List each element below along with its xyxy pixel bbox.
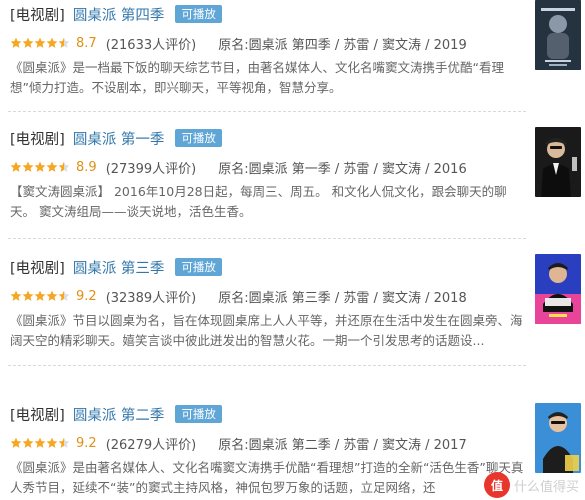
star-icon bbox=[22, 161, 34, 172]
star-icon bbox=[34, 437, 46, 448]
result-item: [电视剧] 圆桌派 第三季 可播放 9.2 (32389人评价) 原名:圆桌派 … bbox=[0, 254, 585, 378]
star-icon bbox=[46, 437, 58, 448]
rating-value: 8.9 bbox=[76, 159, 97, 175]
star-rating bbox=[10, 161, 70, 173]
star-icon bbox=[22, 37, 34, 48]
result-title-link[interactable]: 圆桌派 第二季 bbox=[73, 404, 165, 425]
meta-info: 原名:圆桌派 第一季 / 苏雷 / 窦文涛 / 2016 bbox=[218, 161, 467, 177]
result-description: 【窦文涛圆桌派】 2016年10月28日起，每周三、周五。 和文化人侃文化，跟会… bbox=[10, 184, 507, 219]
star-icon bbox=[34, 37, 46, 48]
category-label: [电视剧] bbox=[10, 260, 65, 277]
meta-info: 原名:圆桌派 第二季 / 苏雷 / 窦文涛 / 2017 bbox=[218, 437, 467, 453]
result-description: 《圆桌派》是由著名媒体人、文化名嘴窦文涛携手优酷“看理想”打造的全新“活色生香”… bbox=[10, 460, 524, 495]
result-item: [电视剧] 圆桌派 第四季 可播放 8.7 (21633人评价) 原名:圆桌派 … bbox=[0, 0, 585, 125]
star-rating bbox=[10, 290, 70, 302]
result-title-line: [电视剧] 圆桌派 第四季 可播放 bbox=[10, 3, 222, 25]
rating-line: 9.2 (32389人评价) 原名:圆桌派 第三季 / 苏雷 / 窦文涛 / 2… bbox=[10, 287, 467, 306]
watermark-logo-icon: 值 bbox=[483, 472, 510, 498]
watermark-text: 什么值得买 bbox=[513, 479, 579, 495]
category-label: [电视剧] bbox=[10, 407, 65, 424]
site-watermark: 值 什么值得买 bbox=[483, 472, 579, 498]
star-icon bbox=[22, 290, 34, 301]
rating-count: (32389人评价) bbox=[105, 290, 197, 306]
divider bbox=[8, 365, 526, 366]
poster-image[interactable] bbox=[535, 127, 581, 197]
rating-line: 8.9 (27399人评价) 原名:圆桌派 第一季 / 苏雷 / 窦文涛 / 2… bbox=[10, 158, 467, 177]
star-icon bbox=[58, 161, 70, 172]
meta-info: 原名:圆桌派 第四季 / 苏雷 / 窦文涛 / 2019 bbox=[218, 37, 467, 53]
star-rating bbox=[10, 37, 70, 49]
playable-badge[interactable]: 可播放 bbox=[175, 5, 222, 23]
star-icon bbox=[58, 290, 70, 301]
meta-info: 原名:圆桌派 第三季 / 苏雷 / 窦文涛 / 2018 bbox=[218, 290, 467, 306]
poster-image[interactable] bbox=[535, 254, 581, 324]
result-item: [电视剧] 圆桌派 第一季 可播放 8.9 (27399人评价) 原名:圆桌派 … bbox=[0, 127, 585, 249]
star-icon bbox=[46, 161, 58, 172]
result-title-line: [电视剧] 圆桌派 第一季 可播放 bbox=[10, 127, 222, 149]
divider bbox=[8, 111, 526, 112]
rating-value: 8.7 bbox=[76, 35, 97, 51]
star-icon bbox=[10, 161, 22, 172]
category-label: [电视剧] bbox=[10, 7, 65, 24]
poster-roundtable-s1-icon bbox=[535, 127, 581, 197]
result-title-line: [电视剧] 圆桌派 第三季 可播放 bbox=[10, 256, 222, 278]
result-title-link[interactable]: 圆桌派 第一季 bbox=[73, 128, 165, 149]
divider bbox=[8, 238, 526, 239]
category-label: [电视剧] bbox=[10, 131, 65, 148]
rating-count: (21633人评价) bbox=[105, 37, 197, 53]
star-rating bbox=[10, 437, 70, 449]
result-title-link[interactable]: 圆桌派 第三季 bbox=[73, 257, 165, 278]
rating-count: (27399人评价) bbox=[105, 161, 197, 177]
playable-badge[interactable]: 可播放 bbox=[175, 258, 222, 276]
playable-badge[interactable]: 可播放 bbox=[175, 405, 222, 423]
star-icon bbox=[10, 37, 22, 48]
rating-value: 9.2 bbox=[76, 435, 97, 451]
poster-image[interactable] bbox=[535, 403, 581, 473]
star-icon bbox=[22, 437, 34, 448]
rating-line: 8.7 (21633人评价) 原名:圆桌派 第四季 / 苏雷 / 窦文涛 / 2… bbox=[10, 34, 467, 53]
star-icon bbox=[46, 290, 58, 301]
result-description: 《圆桌派》是一档最下饭的聊天综艺节目，由著名媒体人、文化名嘴窦文涛携手优酷“看理… bbox=[10, 60, 504, 95]
star-icon bbox=[58, 37, 70, 48]
rating-count: (26279人评价) bbox=[105, 437, 197, 453]
result-title-line: [电视剧] 圆桌派 第二季 可播放 bbox=[10, 403, 222, 425]
result-title-link[interactable]: 圆桌派 第四季 bbox=[73, 4, 165, 25]
star-icon bbox=[10, 290, 22, 301]
playable-badge[interactable]: 可播放 bbox=[175, 129, 222, 147]
star-icon bbox=[34, 290, 46, 301]
poster-roundtable-s4-icon bbox=[535, 0, 581, 70]
rating-value: 9.2 bbox=[76, 288, 97, 304]
result-description: 《圆桌派》节目以圆桌为名，旨在体现圆桌席上人人平等，并还原在生活中发生在圆桌旁、… bbox=[10, 313, 523, 348]
star-icon bbox=[34, 161, 46, 172]
poster-roundtable-s2-icon bbox=[535, 403, 581, 473]
star-icon bbox=[10, 437, 22, 448]
star-icon bbox=[58, 437, 70, 448]
poster-image[interactable] bbox=[535, 0, 581, 70]
rating-line: 9.2 (26279人评价) 原名:圆桌派 第二季 / 苏雷 / 窦文涛 / 2… bbox=[10, 434, 467, 453]
star-icon bbox=[46, 37, 58, 48]
poster-roundtable-s3-icon bbox=[535, 254, 581, 324]
